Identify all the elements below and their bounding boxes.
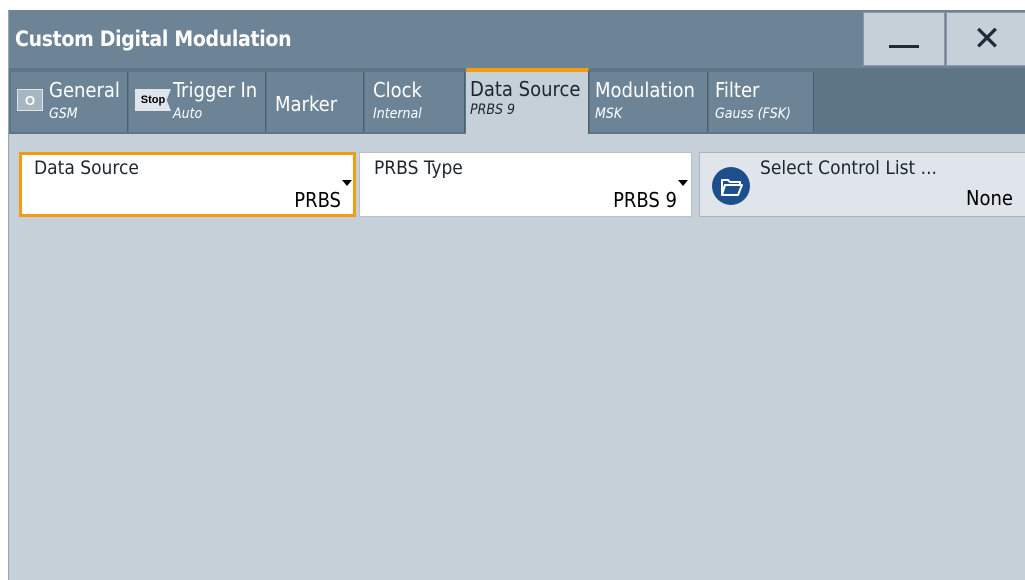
folder-open-icon — [712, 167, 750, 205]
tab-filter[interactable]: Filter Gauss (FSK) — [709, 72, 814, 132]
tab-clock-label: Clock — [373, 78, 422, 102]
minimize-icon — [889, 44, 919, 48]
control-list-value: None — [966, 186, 1013, 210]
window-title: Custom Digital Modulation — [15, 27, 292, 51]
prbs-type-value: PRBS 9 — [613, 188, 677, 212]
prbs-type-label: PRBS Type — [374, 157, 463, 179]
tab-trigger-in-label: Trigger In — [173, 78, 258, 102]
tab-filter-sub: Gauss (FSK) — [715, 106, 791, 122]
tab-clock-sub: Internal — [373, 106, 422, 122]
data-source-select[interactable]: Data Source PRBS — [19, 152, 356, 217]
general-state-icon: O — [17, 89, 43, 111]
select-control-list-button[interactable]: Select Control List ... None — [699, 152, 1025, 217]
tab-modulation[interactable]: Modulation MSK — [590, 72, 708, 132]
tab-general-sub: GSM — [49, 106, 78, 122]
tab-data-source-label: Data Source — [470, 77, 581, 101]
tab-modulation-label: Modulation — [595, 78, 695, 102]
title-bar: Custom Digital Modulation ✕ — [9, 10, 1025, 68]
tab-marker-label: Marker — [275, 92, 338, 116]
prbs-type-select[interactable]: PRBS Type PRBS 9 — [359, 152, 692, 217]
close-icon: ✕ — [972, 19, 1002, 59]
tab-general-label: General — [49, 78, 120, 102]
tab-clock[interactable]: Clock Internal — [365, 72, 465, 132]
tab-general[interactable]: O General GSM — [11, 72, 128, 132]
dropdown-arrow-icon — [678, 180, 688, 186]
tab-filter-label: Filter — [715, 78, 760, 102]
dropdown-arrow-icon — [342, 180, 352, 186]
dialog-window: Custom Digital Modulation ✕ O General GS… — [8, 10, 1025, 580]
control-list-label: Select Control List ... — [760, 157, 937, 179]
tab-data-source[interactable]: Data Source PRBS 9 — [466, 68, 589, 134]
tab-trigger-in[interactable]: Stop Trigger In Auto — [129, 72, 266, 132]
tab-marker[interactable]: Marker — [267, 72, 364, 132]
data-source-value: PRBS — [294, 188, 341, 212]
tab-trigger-in-sub: Auto — [173, 106, 203, 122]
stop-icon: Stop — [135, 89, 171, 111]
close-button[interactable]: ✕ — [946, 12, 1025, 66]
data-source-label: Data Source — [34, 157, 139, 179]
tab-modulation-sub: MSK — [595, 106, 623, 122]
tab-bar: O General GSM Stop Trigger In Auto Marke… — [9, 68, 1025, 134]
tab-data-source-sub: PRBS 9 — [470, 102, 515, 118]
minimize-button[interactable] — [863, 12, 945, 66]
